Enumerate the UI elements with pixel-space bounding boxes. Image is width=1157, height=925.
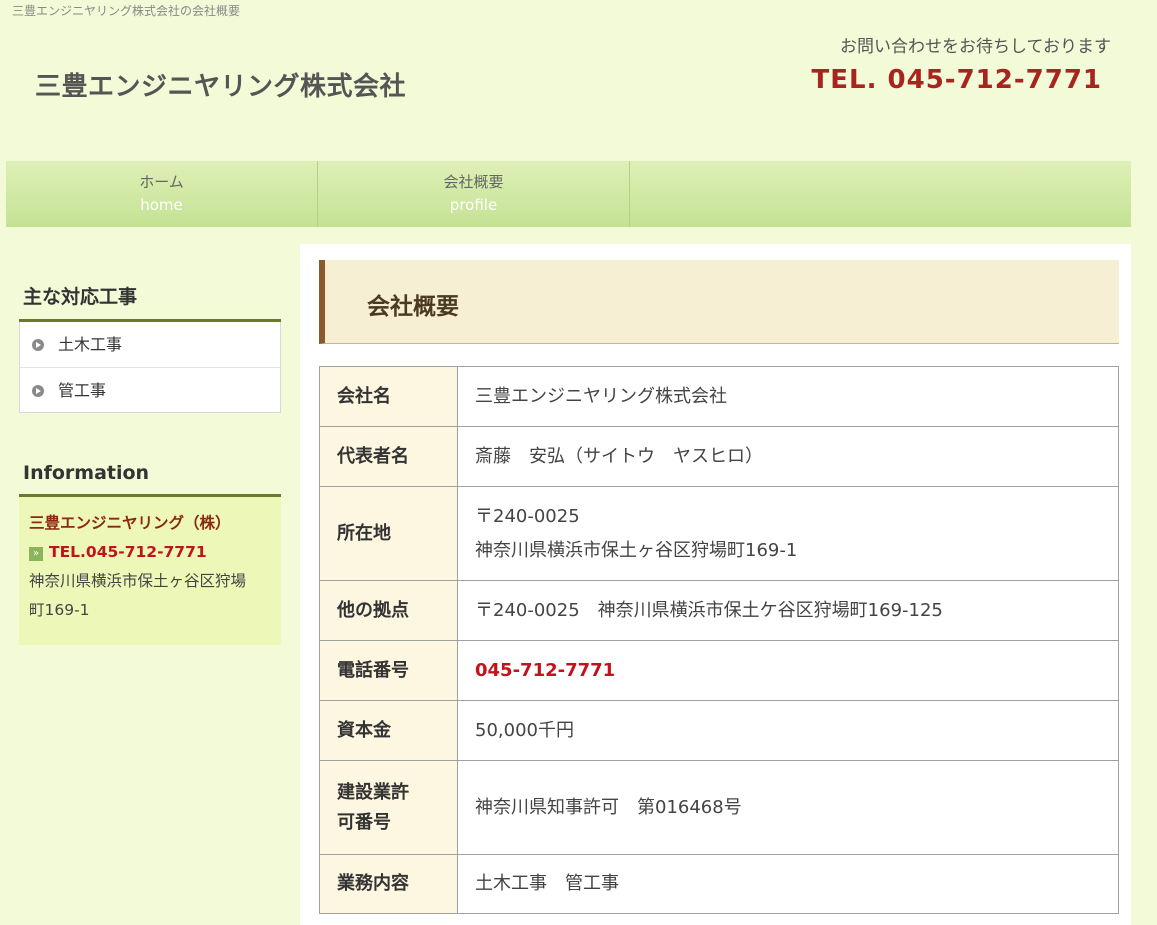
table-key-line: 建設業許: [337, 781, 409, 803]
table-key: 業務内容: [319, 854, 458, 914]
header-tel: TEL. 045-712-7771: [811, 65, 1102, 95]
info-address: 町169-1: [29, 601, 90, 619]
sidebar-information: Information 三豊エンジニヤリング（株） » TEL.045-712-7…: [19, 462, 281, 645]
table-value: 〒240-0025 神奈川県横浜市保土ヶ谷区狩場町169-1: [457, 486, 1119, 581]
list-item-label: 土木工事: [58, 335, 123, 354]
info-tel-line: » TEL.045-712-7771: [29, 538, 271, 567]
works-list: 土木工事 管工事: [19, 322, 281, 413]
bullet-arrow-icon: [32, 385, 44, 397]
table-row: 資本金 50,000千円: [319, 700, 1119, 761]
table-key: 会社名: [319, 366, 458, 427]
bullet-arrow-icon: [32, 339, 44, 351]
breadcrumb: 三豊エンジニヤリング株式会社の会社概要: [12, 4, 241, 18]
table-key: 建設業許 可番号: [319, 760, 458, 855]
table-value: 三豊エンジニヤリング株式会社: [457, 366, 1119, 427]
table-key: 電話番号: [319, 640, 458, 701]
global-nav: ホーム home 会社概要 profile: [6, 161, 1131, 227]
table-key: 資本金: [319, 700, 458, 761]
table-value: 斎藤 安弘（サイトウ ヤスヒロ）: [457, 426, 1119, 487]
table-value: 土木工事 管工事: [457, 854, 1119, 914]
sidebar-heading: Information: [19, 462, 281, 497]
table-value: 神奈川県知事許可 第016468号: [457, 760, 1119, 855]
main-content: 会社概要 会社名 三豊エンジニヤリング株式会社 代表者名 斎藤 安弘（サイトウ …: [300, 244, 1131, 925]
table-key-line: 可番号: [337, 811, 391, 833]
table-row: 所在地 〒240-0025 神奈川県横浜市保土ヶ谷区狩場町169-1: [319, 486, 1119, 581]
info-address: 神奈川県横浜市保土ヶ谷区狩場: [29, 572, 247, 590]
phone-number[interactable]: 045-712-7771: [475, 660, 615, 681]
nav-item-profile[interactable]: 会社概要 profile: [318, 161, 630, 227]
table-value: 50,000千円: [457, 700, 1119, 761]
table-key: 他の拠点: [319, 580, 458, 641]
double-arrow-icon: »: [29, 547, 43, 561]
sidebar-works: 主な対応工事 土木工事 管工事: [19, 282, 281, 413]
table-key: 所在地: [319, 486, 458, 581]
nav-item-label: 会社概要: [443, 173, 504, 191]
page-title: 会社概要: [319, 260, 1119, 344]
table-row: 電話番号 045-712-7771: [319, 640, 1119, 701]
profile-table: 会社名 三豊エンジニヤリング株式会社 代表者名 斎藤 安弘（サイトウ ヤスヒロ）…: [319, 366, 1119, 914]
nav-item-label: ホーム: [139, 173, 184, 191]
nav-item-sublabel: home: [140, 196, 183, 214]
table-row: 他の拠点 〒240-0025 神奈川県横浜市保土ケ谷区狩場町169-125: [319, 580, 1119, 641]
info-tel[interactable]: TEL.045-712-7771: [49, 543, 207, 561]
table-row: 建設業許 可番号 神奈川県知事許可 第016468号: [319, 760, 1119, 855]
nav-item-home[interactable]: ホーム home: [6, 161, 318, 227]
sidebar-heading: 主な対応工事: [19, 282, 281, 322]
table-value: 〒240-0025 神奈川県横浜市保土ケ谷区狩場町169-125: [457, 580, 1119, 641]
nav-item-sublabel: profile: [449, 196, 498, 214]
list-item[interactable]: 管工事: [20, 367, 280, 412]
list-item-label: 管工事: [58, 381, 107, 400]
site-title[interactable]: 三豊エンジニヤリング株式会社: [35, 66, 406, 103]
table-value: 045-712-7771: [457, 640, 1119, 701]
table-key: 代表者名: [319, 426, 458, 487]
table-row: 会社名 三豊エンジニヤリング株式会社: [319, 366, 1119, 427]
address: 神奈川県横浜市保土ヶ谷区狩場町169-1: [475, 539, 798, 561]
info-box: 三豊エンジニヤリング（株） » TEL.045-712-7771 神奈川県横浜市保…: [19, 497, 281, 645]
table-row: 業務内容 土木工事 管工事: [319, 854, 1119, 914]
list-item[interactable]: 土木工事: [20, 322, 280, 367]
postal-code: 〒240-0025: [475, 505, 580, 527]
table-row: 代表者名 斎藤 安弘（サイトウ ヤスヒロ）: [319, 426, 1119, 487]
contact-text: お問い合わせをお待ちしております: [840, 37, 1111, 57]
info-company-name: 三豊エンジニヤリング（株）: [29, 514, 231, 532]
